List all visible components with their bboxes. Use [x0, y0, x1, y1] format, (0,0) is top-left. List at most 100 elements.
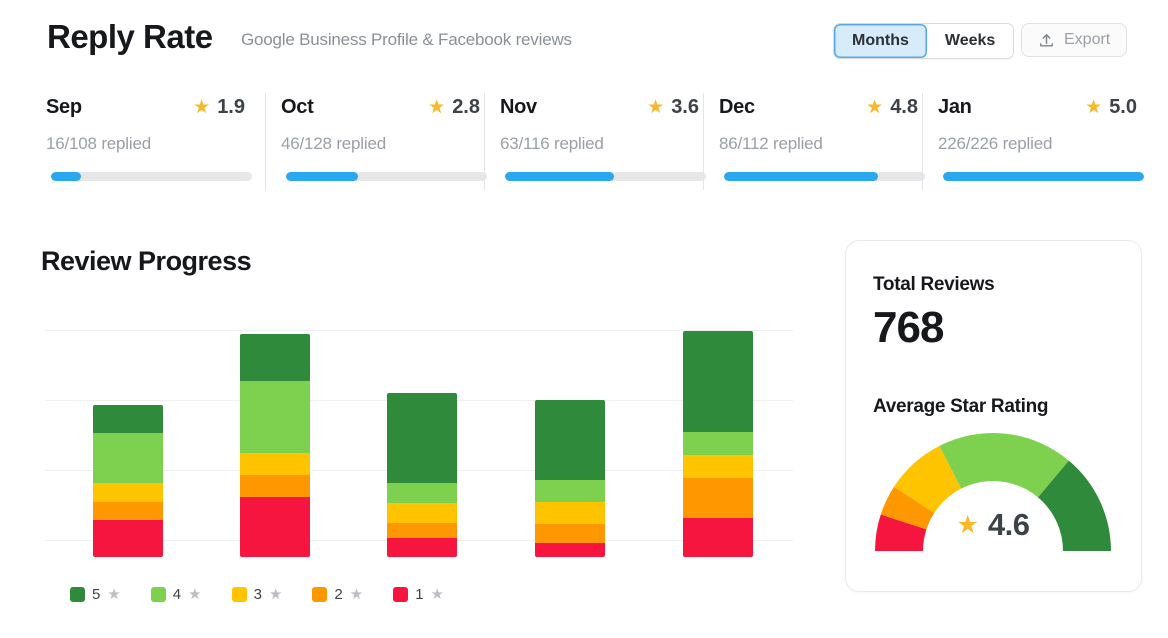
month-rating: ★ 4.8: [866, 96, 918, 119]
chart-bar-segment: [387, 483, 457, 503]
month-rating-value: 4.8: [890, 96, 918, 119]
chart-bar-segment: [387, 523, 457, 538]
chart-bar-segment: [683, 432, 753, 455]
average-rating-label: Average Star Rating: [873, 396, 1048, 418]
legend-item[interactable]: 2★: [312, 585, 363, 603]
range-segmented-control[interactable]: Months Weeks: [833, 23, 1014, 59]
chart-bar-segment: [93, 502, 163, 520]
month-replied-text: 46/128 replied: [281, 134, 386, 154]
month-rating-value: 3.6: [671, 96, 699, 119]
page-title: Reply Rate: [47, 18, 213, 56]
chart-bar[interactable]: [93, 405, 163, 557]
chart-bar-segment: [93, 405, 163, 433]
star-icon: ★: [647, 98, 664, 117]
chart-bar[interactable]: [535, 400, 605, 557]
reply-progress-fill: [51, 172, 81, 181]
summary-card: Total Reviews 768 Average Star Rating ★ …: [845, 240, 1142, 592]
chart-bar-segment: [240, 453, 310, 475]
month-name: Sep: [46, 96, 82, 119]
reply-progress-fill: [505, 172, 614, 181]
legend-swatch: [312, 587, 327, 602]
reply-progress-bar: [724, 172, 925, 181]
chart-bar-segment: [683, 331, 753, 432]
month-card-header: Nov ★ 3.6: [500, 96, 701, 122]
star-icon: ★: [107, 585, 120, 603]
month-card-header: Oct★2.8: [281, 96, 482, 122]
month-name: Nov: [500, 96, 537, 119]
chart-bar-segment: [240, 334, 310, 381]
star-icon: ★: [350, 585, 363, 603]
chart-title: Review Progress: [41, 246, 251, 277]
chart-bar[interactable]: [240, 334, 310, 557]
month-replied-text: 63/116 replied: [500, 134, 604, 154]
star-icon: ★: [428, 98, 445, 117]
chart-bar-segment: [93, 433, 163, 483]
reply-progress-bar: [51, 172, 252, 181]
chart-bar[interactable]: [387, 393, 457, 557]
month-stat-card[interactable]: Nov ★ 3.6 63/116 replied: [500, 88, 701, 193]
chart-bar-segment: [93, 520, 163, 557]
month-rating: ★ 2.8: [428, 96, 480, 119]
star-icon: ★: [269, 585, 282, 603]
legend-item[interactable]: 5★: [70, 585, 121, 603]
month-replied-text: 16/108 replied: [46, 134, 151, 154]
chart-bar-segment: [535, 543, 605, 557]
star-icon: ★: [1085, 98, 1102, 117]
card-divider: [484, 93, 485, 190]
chart-bar-segment: [683, 478, 753, 518]
month-replied-text: 86/112 replied: [719, 134, 823, 154]
legend-swatch: [232, 587, 247, 602]
reply-progress-bar: [943, 172, 1144, 181]
legend-label: 1: [415, 586, 423, 603]
reply-progress-bar: [286, 172, 487, 181]
month-stat-card[interactable]: Dec ★ 4.8 86/112 replied: [719, 88, 920, 193]
star-icon: ★: [193, 98, 210, 117]
legend-label: 3: [254, 586, 262, 603]
star-icon: ★: [431, 585, 444, 603]
card-divider: [703, 93, 704, 190]
month-stat-card[interactable]: Sep ★ 1.9 16/108 replied: [46, 88, 247, 193]
month-rating-value: 5.0: [1109, 96, 1137, 119]
month-stat-card[interactable]: Jan★5.0226/226 replied: [938, 88, 1139, 193]
month-name: Jan: [938, 96, 972, 119]
chart-bar[interactable]: [683, 331, 753, 557]
legend-swatch: [70, 587, 85, 602]
export-button[interactable]: Export: [1021, 23, 1127, 57]
month-card-header: Sep ★ 1.9: [46, 96, 247, 122]
chart-bar-segment: [240, 381, 310, 453]
upload-icon: [1038, 32, 1055, 49]
legend-item[interactable]: 1★: [393, 585, 444, 603]
star-icon: ★: [866, 98, 883, 117]
month-stats-row: Sep★1.916/108 repliedOct★2.846/128 repli…: [0, 88, 1168, 196]
month-name: Dec: [719, 96, 755, 119]
chart-bar-segment: [240, 475, 310, 497]
chart-legend: 5★4★3★2★1★: [70, 585, 444, 603]
month-card-header: Jan ★ 5.0: [938, 96, 1139, 122]
chart-bar-segment: [535, 502, 605, 524]
gauge-value: ★ 4.6: [870, 507, 1116, 543]
legend-item[interactable]: 3★: [232, 585, 283, 603]
gauge-value-text: 4.6: [988, 507, 1030, 543]
month-rating-value: 2.8: [452, 96, 480, 119]
reply-progress-fill: [286, 172, 358, 181]
chart-bar-segment: [387, 393, 457, 483]
legend-label: 5: [92, 586, 100, 603]
legend-swatch: [393, 587, 408, 602]
chart-bar-segment: [387, 538, 457, 557]
month-rating-value: 1.9: [217, 96, 245, 119]
chart-bar-segment: [535, 400, 605, 480]
reply-progress-bar: [505, 172, 706, 181]
legend-swatch: [151, 587, 166, 602]
legend-item[interactable]: 4★: [151, 585, 202, 603]
star-icon: ★: [956, 513, 978, 538]
page-header: Reply Rate Google Business Profile & Fac…: [0, 0, 1168, 78]
tab-weeks[interactable]: Weeks: [927, 24, 1013, 58]
reply-progress-fill: [943, 172, 1144, 181]
chart-bar-segment: [535, 524, 605, 543]
page-subtitle: Google Business Profile & Facebook revie…: [241, 30, 572, 50]
total-reviews-value: 768: [873, 303, 943, 353]
chart-bar-segment: [93, 483, 163, 502]
reply-progress-fill: [724, 172, 878, 181]
month-stat-card[interactable]: Oct★2.846/128 replied: [281, 88, 482, 193]
tab-months[interactable]: Months: [834, 24, 927, 58]
